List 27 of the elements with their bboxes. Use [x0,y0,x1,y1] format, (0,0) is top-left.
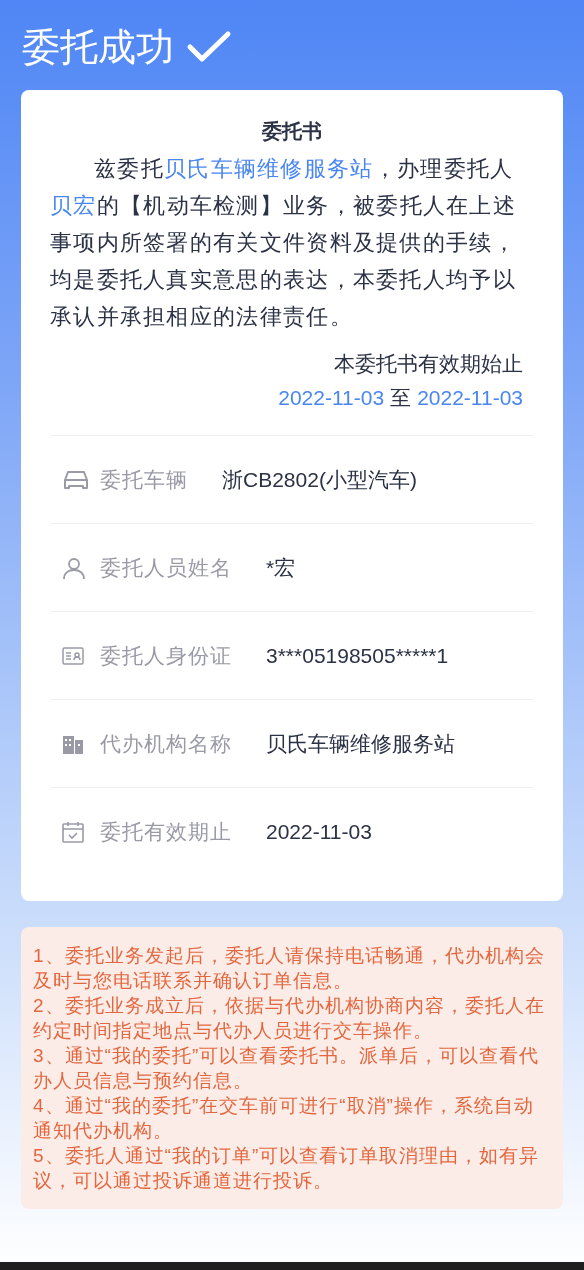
note-text: 2、委托业务成立后，依据与代办机构协商内容，委托人在约定时间指定地点与代办人员进行交车操作。 [33,994,546,1043]
note-text: 5、委托人通过“我的订单”可以查看订单取消理由，如有异议，可以通过投诉通道进行投诉。 [33,1144,541,1193]
detail-value: *宏 [266,554,296,581]
detail-value: 浙CB2802(小型汽车) [222,466,417,493]
person-icon [62,555,86,580]
detail-label: 委托有效期止 [100,818,232,845]
validity-label: 本委托书有效期始止 [334,351,523,377]
detail-label: 代办机构名称 [100,730,232,757]
detail-value: 3***05198505*****1 [266,642,449,669]
detail-value: 2022-11-03 [266,818,372,845]
detail-value: 贝氏车辆维修服务站 [266,730,455,757]
id-card-icon [62,646,84,665]
calendar-check-icon [62,820,84,843]
detail-label: 委托车辆 [100,466,188,493]
date-separator: 至 [390,385,412,411]
page-title: 委托成功 [22,25,174,70]
letter-title: 委托书 [261,119,323,144]
detail-label: 委托人身份证 [100,642,232,669]
start-date: 2022-11-03 [278,385,385,411]
building-icon [62,733,84,754]
detail-label: 委托人员姓名 [100,554,232,581]
note-text: 1、委托业务发起后，委托人请保持电话畅通，代办机构会及时与您电话联系并确认订单信息。 [33,944,546,993]
letter-body: 兹委托贝氏车辆维修服务站，办理委托人 贝宏的【机动车检测】业务，被委托人在上述事项内所签署的有关文件资料及提供的手续，均是委托人真实意思的表达，本委托人均予以承认并承担相应的法律责任。 [50,155,517,331]
check-icon [186,30,232,64]
note-text: 4、通过“我的委托”在交车前可进行“取消”操作，系统自动通知代办机构。 [33,1094,535,1143]
note-text: 3、通过“我的委托”可以查看委托书。派单后，可以查看代办人员信息与预约信息。 [33,1044,541,1093]
end-date: 2022-11-03 [417,385,523,411]
